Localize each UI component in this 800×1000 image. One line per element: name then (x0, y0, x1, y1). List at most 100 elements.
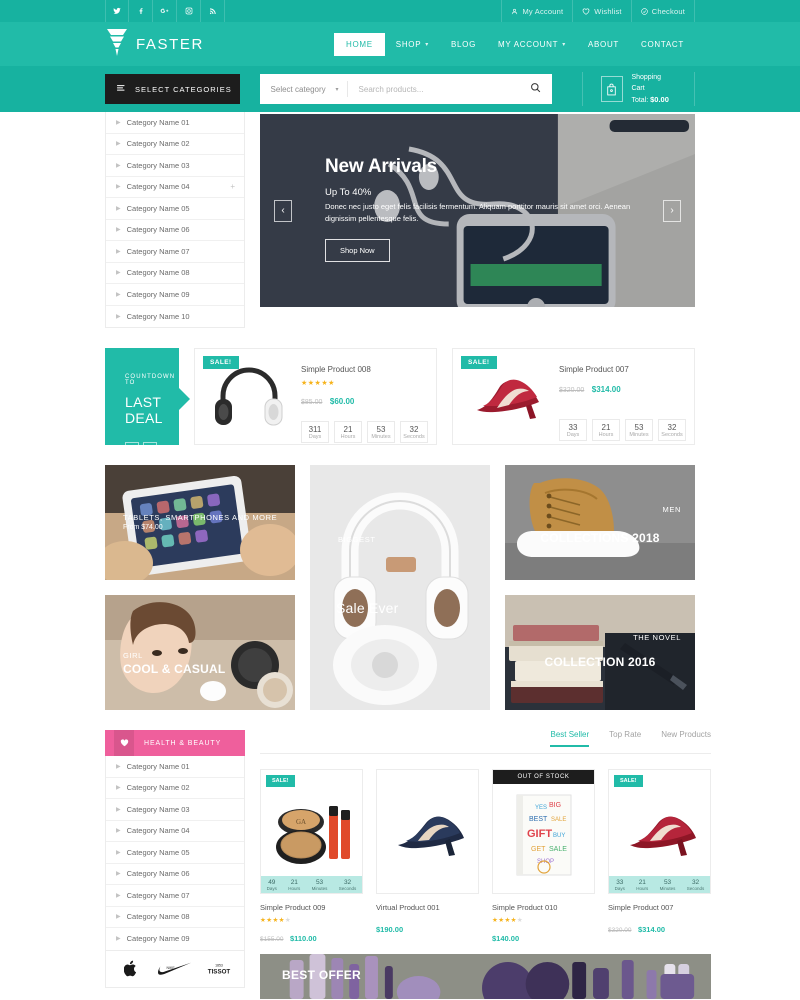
product-card[interactable]: Virtual Product 001 $190.00 (376, 769, 479, 946)
menu-icon (117, 84, 126, 95)
nav-blog[interactable]: BLOG (440, 34, 487, 55)
promo-headphones-eyebrow: BIGGEST (338, 535, 376, 544)
promo-tablets-sub: From $74.00 (123, 524, 163, 531)
expand-plus-icon[interactable]: + (230, 182, 235, 191)
product-name[interactable]: Simple Product 009 (260, 903, 363, 912)
google-plus-icon[interactable] (153, 0, 177, 22)
svg-text:BIG: BIG (549, 802, 561, 809)
sidebar-item-category-01[interactable]: ▶ Category Name 01 (106, 112, 244, 134)
search-button[interactable] (520, 80, 552, 98)
sidebar-item-category-05[interactable]: ▶ Category Name 05 (106, 198, 244, 220)
deal-card[interactable]: SALE! Simple Product 008 ★★★★★ $85.00 $6… (194, 348, 437, 445)
countdown-days: 311 Days (301, 421, 329, 443)
shopping-cart[interactable]: Shopping Cart Total: $0.00 (581, 72, 695, 106)
price-row: $320.00 $314.00 (608, 919, 711, 937)
countdown-timer: 49 Days 21 Hours 53 Minutes 32 Seconds (261, 876, 362, 893)
tissot-logo[interactable]: 1853 TISSOT (199, 959, 239, 979)
instagram-icon[interactable] (177, 0, 201, 22)
sidebar-item-category-06[interactable]: ▶ Category Name 06 (106, 864, 244, 885)
sidebar-item-category-03[interactable]: ▶ Category Name 03 (106, 799, 244, 821)
new-price: $60.00 (329, 397, 355, 406)
nav-home[interactable]: HOME (333, 32, 385, 56)
svg-text:GET: GET (531, 846, 546, 853)
last-deal-banner: COUNTDOWN TO LAST DEAL ‹ › (105, 348, 190, 456)
hero-prev-arrow[interactable]: ‹ (274, 199, 292, 222)
product-name[interactable]: Simple Product 010 (492, 903, 595, 912)
deal-card[interactable]: SALE! Simple Product 007 $320.00 $314.00 (452, 348, 695, 445)
sidebar-item-category-04[interactable]: ▶ Category Name 04 + (106, 177, 244, 198)
checkout-link[interactable]: Checkout (630, 0, 695, 22)
facebook-icon[interactable] (129, 0, 153, 22)
nav-contact[interactable]: CONTACT (630, 34, 695, 55)
sidebar-item-category-09[interactable]: ▶ Category Name 09 (106, 928, 244, 950)
sidebar-item-category-09[interactable]: ▶ Category Name 09 (106, 284, 244, 306)
svg-text:YES: YES (535, 805, 547, 811)
caret-right-icon: ▶ (116, 936, 121, 943)
sidebar-item-category-08[interactable]: ▶ Category Name 08 (106, 263, 244, 284)
countdown-minutes: 53 Minutes (367, 421, 395, 443)
countdown-days: 33 Days (559, 419, 587, 441)
twitter-icon[interactable] (105, 0, 129, 22)
tab-best-seller[interactable]: Best Seller (550, 730, 589, 747)
category-select[interactable]: Select category ▾ (260, 81, 348, 97)
tab-top-rate[interactable]: Top Rate (609, 730, 641, 746)
sidebar-item-category-07[interactable]: ▶ Category Name 07 (106, 241, 244, 263)
main-nav: HOME SHOP ▾ BLOG MY ACCOUNT ▾ ABOUT CONTAC… (333, 32, 695, 56)
logo[interactable]: FASTER (105, 27, 204, 62)
nike-logo[interactable]: NIKE (155, 959, 195, 979)
best-offer-banner[interactable]: BEST OFFER (260, 954, 711, 999)
promo-shoes[interactable]: MEN COLLECTIONS 2018 (505, 465, 695, 580)
heart-icon (582, 7, 590, 15)
sale-badge: SALE! (614, 775, 643, 787)
sidebar-item-category-02[interactable]: ▶ Category Name 02 (106, 134, 244, 155)
shop-now-button[interactable]: Shop Now (325, 239, 390, 263)
out-of-stock-badge: OUT OF STOCK (493, 770, 594, 784)
promo-tablets[interactable]: TABLETS, SMARTPHONES AND MORE From $74.0… (105, 465, 295, 580)
product-name[interactable]: Simple Product 007 (559, 365, 686, 374)
homepage: My Account Wishlist Checkout FASTER HOME… (0, 0, 800, 1000)
svg-text:NIKE: NIKE (167, 966, 176, 970)
section-heading-label: HEALTH & BEAUTY (144, 739, 222, 747)
search-input[interactable]: Search products... (348, 85, 520, 94)
sidebar-item-category-10[interactable]: ▶ Category Name 10 (106, 306, 244, 328)
product-name[interactable]: Simple Product 007 (608, 903, 711, 912)
deal-next-button[interactable]: › (143, 442, 157, 456)
section-sidebar: HEALTH & BEAUTY ▶ Category Name 01 ▶ Categ… (105, 730, 245, 999)
product-card[interactable]: SALE! 33 Days 21 Hours 53 Minutes 32 Sec… (608, 769, 711, 946)
sidebar-item-category-01[interactable]: ▶ Category Name 01 (106, 756, 244, 778)
nav-shop[interactable]: SHOP ▾ (385, 34, 440, 55)
apple-logo[interactable] (111, 959, 151, 979)
promo-shoes-eyebrow: MEN (662, 505, 681, 514)
tab-new-products[interactable]: New Products (661, 730, 711, 746)
old-price: $320.00 (608, 927, 632, 934)
promo-girl[interactable]: GIRL COOL & CASUAL (105, 595, 295, 710)
rss-icon[interactable] (201, 0, 225, 22)
wishlist-link[interactable]: Wishlist (572, 0, 630, 22)
sidebar-item-category-07[interactable]: ▶ Category Name 07 (106, 885, 244, 907)
my-account-link[interactable]: My Account (501, 0, 572, 22)
sidebar-item-category-04[interactable]: ▶ Category Name 04 (106, 821, 244, 842)
sidebar-item-category-05[interactable]: ▶ Category Name 05 (106, 842, 244, 864)
promo-books[interactable]: THE NOVEL COLLECTION 2016 (505, 595, 695, 710)
caret-right-icon: ▶ (116, 291, 121, 298)
nav-my-account[interactable]: MY ACCOUNT ▾ (487, 34, 577, 55)
sidebar-item-category-02[interactable]: ▶ Category Name 02 (106, 778, 244, 799)
caret-right-icon: ▶ (116, 313, 121, 320)
rating-stars: ★★★★★ (260, 917, 292, 924)
search-box: Select category ▾ Search products... (259, 74, 552, 104)
promo-shoes-title: COLLECTIONS 2018 (540, 531, 660, 545)
sidebar-item-category-08[interactable]: ▶ Category Name 08 (106, 907, 244, 928)
new-price: $314.00 (591, 385, 621, 394)
sidebar-item-category-06[interactable]: ▶ Category Name 06 (106, 220, 244, 241)
sidebar-item-category-03[interactable]: ▶ Category Name 03 (106, 155, 244, 177)
product-card[interactable]: OUT OF STOCK YES BIG BEST SALE GIFT BUY (492, 769, 595, 946)
select-categories-button[interactable]: SELECT CATEGORIES (105, 74, 240, 104)
promo-headphones[interactable]: BIGGEST Sale Ever (310, 465, 490, 710)
hero-next-arrow[interactable]: › (663, 199, 681, 222)
health-beauty-section: HEALTH & BEAUTY ▶ Category Name 01 ▶ Categ… (105, 730, 711, 999)
product-card[interactable]: SALE! GA 49 Days 21 Hours 53 Minutes 32 … (260, 769, 363, 946)
product-name[interactable]: Simple Product 008 (301, 365, 428, 374)
deal-prev-button[interactable]: ‹ (125, 442, 139, 456)
nav-about[interactable]: ABOUT (577, 34, 630, 55)
product-name[interactable]: Virtual Product 001 (376, 903, 479, 912)
